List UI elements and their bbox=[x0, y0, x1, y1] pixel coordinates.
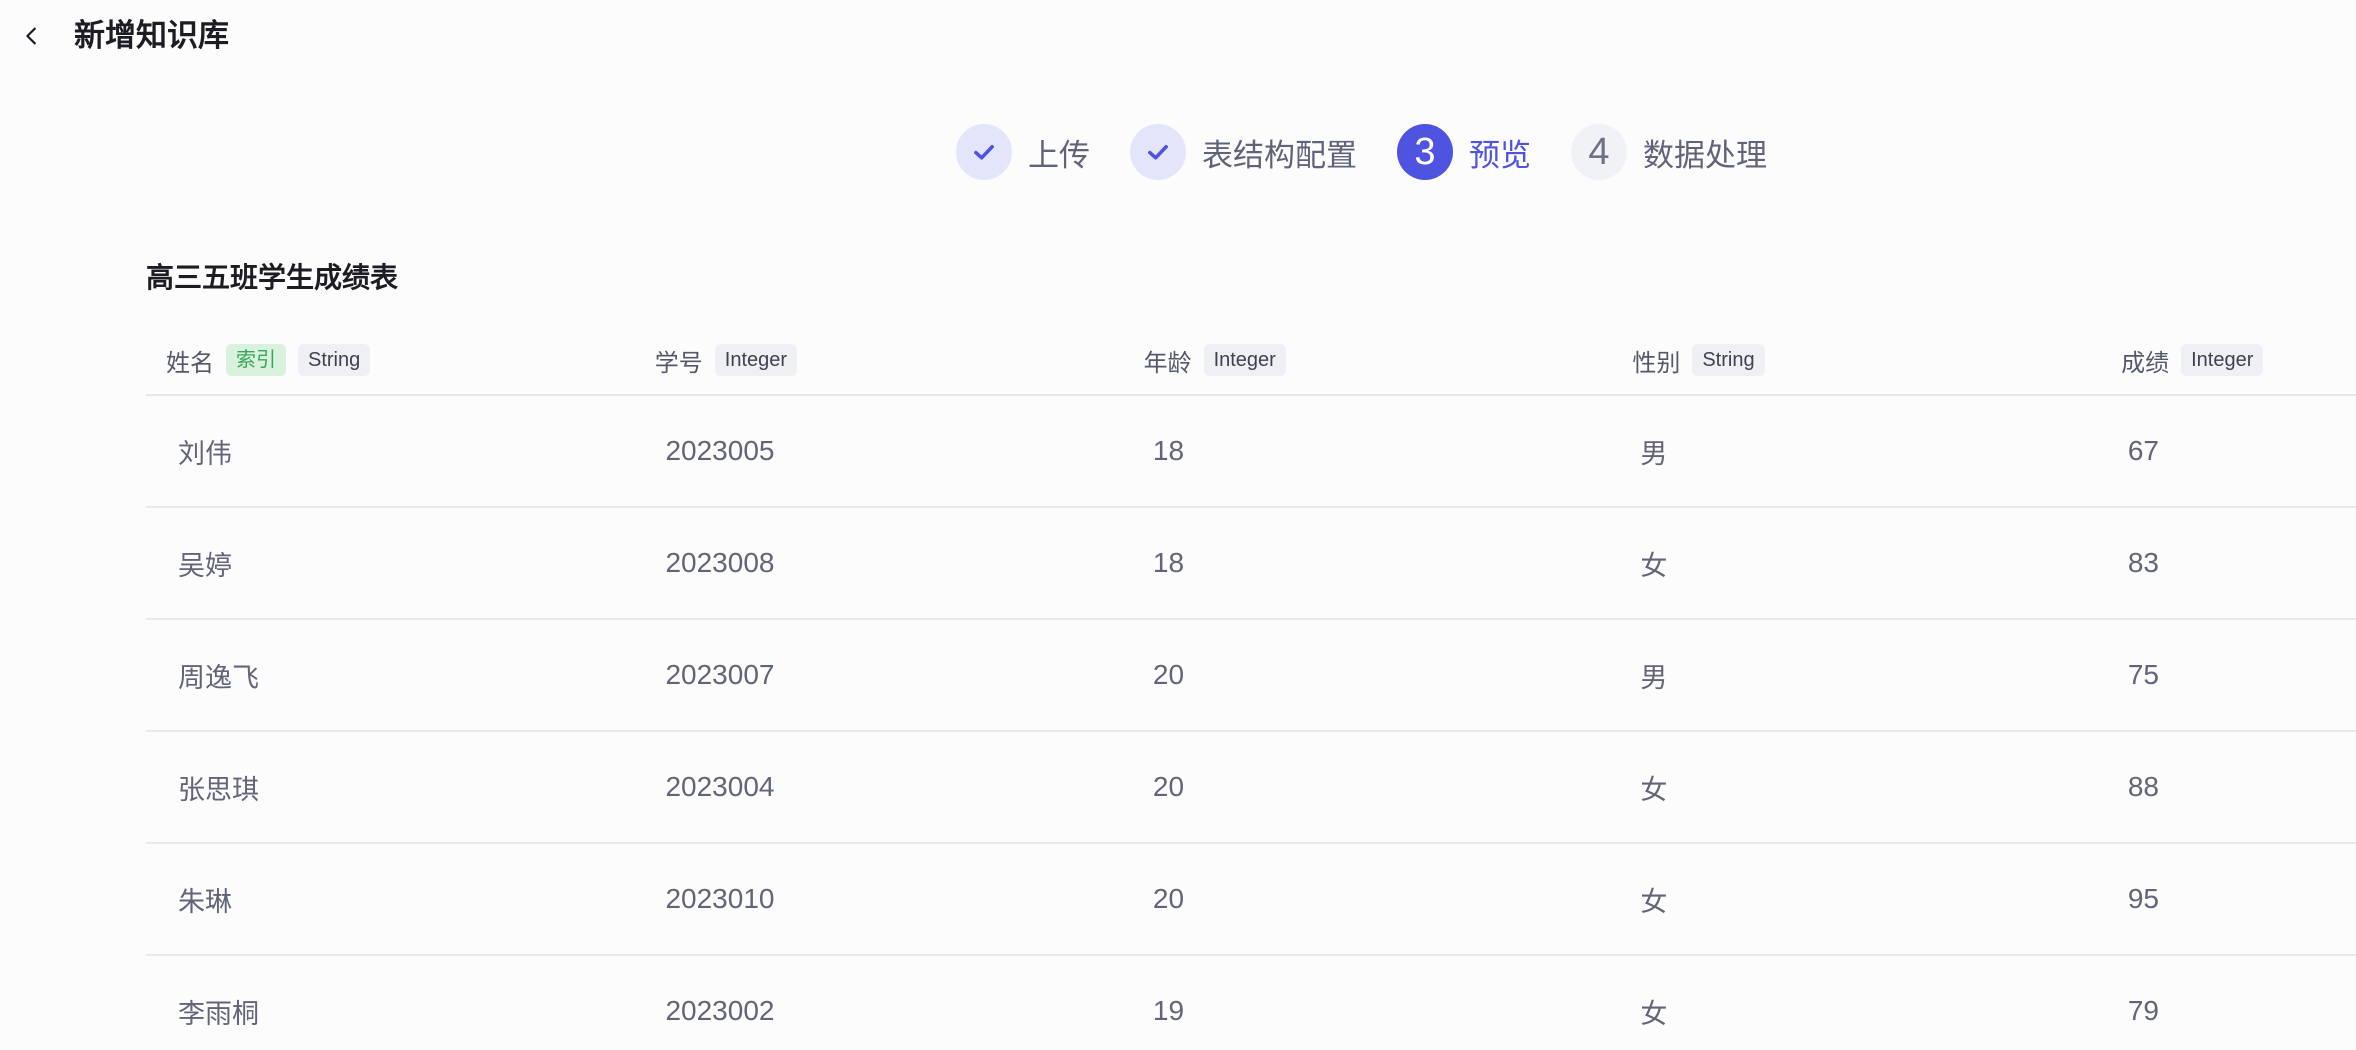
cell-student-id: 2023005 bbox=[665, 435, 775, 466]
step-preview[interactable]: 3 预览 bbox=[1397, 124, 1531, 180]
step-label: 预览 bbox=[1469, 137, 1531, 174]
table-row: 刘伟 2023005 18 男 67 bbox=[146, 396, 2356, 508]
table-row: 周逸飞 2023007 20 男 75 bbox=[146, 620, 2356, 732]
column-header-gender: 性别 String bbox=[1612, 343, 2101, 378]
cell-gender: 女 bbox=[1640, 550, 1668, 582]
check-icon bbox=[1148, 145, 1168, 160]
cell-name: 张思琪 bbox=[178, 774, 259, 806]
step-done-circle bbox=[956, 124, 1012, 180]
cell-gender: 女 bbox=[1640, 998, 1668, 1030]
cell-score: 67 bbox=[2127, 435, 2159, 466]
type-tag: Integer bbox=[1203, 344, 1286, 376]
column-header-name: 姓名 索引 String bbox=[146, 343, 635, 378]
step-number: 4 bbox=[1571, 124, 1627, 180]
cell-student-id: 2023010 bbox=[665, 883, 775, 914]
cell-name: 朱琳 bbox=[178, 886, 232, 918]
table-row: 朱琳 2023010 20 女 95 bbox=[146, 844, 2356, 956]
cell-age: 18 bbox=[1152, 435, 1185, 466]
cell-student-id: 2023007 bbox=[665, 659, 775, 690]
chevron-left-icon bbox=[26, 27, 36, 45]
column-header-student-id: 学号 Integer bbox=[635, 343, 1124, 378]
cell-age: 19 bbox=[1152, 995, 1185, 1026]
cell-gender: 男 bbox=[1640, 438, 1668, 470]
cell-name: 吴婷 bbox=[178, 550, 232, 582]
header: 新增知识库 bbox=[0, 0, 2356, 72]
cell-name: 刘伟 bbox=[178, 438, 232, 470]
check-icon bbox=[974, 145, 994, 160]
step-data-processing[interactable]: 4 数据处理 bbox=[1571, 124, 1767, 180]
column-name: 学号 bbox=[654, 348, 703, 377]
cell-age: 20 bbox=[1152, 771, 1185, 802]
column-name: 性别 bbox=[1632, 348, 1681, 377]
page: 新增知识库 上传 表结构配置 3 预览 4 数据处理 高三五班学生成绩表 姓名 … bbox=[0, 0, 2356, 1050]
table-title: 高三五班学生成绩表 bbox=[146, 261, 399, 294]
back-button[interactable] bbox=[12, 16, 52, 56]
step-done-circle bbox=[1130, 124, 1186, 180]
stepper: 上传 表结构配置 3 预览 4 数据处理 bbox=[956, 122, 1807, 182]
type-tag: String bbox=[1692, 344, 1765, 376]
page-title: 新增知识库 bbox=[74, 18, 229, 54]
cell-student-id: 2023008 bbox=[665, 547, 775, 578]
cell-score: 75 bbox=[2127, 659, 2159, 690]
cell-score: 83 bbox=[2127, 547, 2159, 578]
column-header-age: 年龄 Integer bbox=[1124, 343, 1613, 378]
column-name: 年龄 bbox=[1143, 348, 1192, 377]
cell-age: 20 bbox=[1152, 659, 1185, 690]
type-tag: Integer bbox=[714, 344, 798, 376]
column-name: 成绩 bbox=[2121, 348, 2170, 377]
table-row: 吴婷 2023008 18 女 83 bbox=[146, 508, 2356, 620]
cell-gender: 女 bbox=[1640, 774, 1668, 806]
table-row: 张思琪 2023004 20 女 88 bbox=[146, 732, 2356, 844]
column-name: 姓名 bbox=[166, 348, 214, 377]
cell-student-id: 2023002 bbox=[665, 995, 775, 1026]
cell-age: 18 bbox=[1152, 547, 1185, 578]
preview-table: 姓名 索引 String 学号 Integer 年龄 Integer 性别 St… bbox=[146, 326, 2356, 1050]
table-header: 姓名 索引 String 学号 Integer 年龄 Integer 性别 St… bbox=[146, 326, 2356, 396]
type-tag: Integer bbox=[2181, 344, 2264, 376]
type-tag: String bbox=[298, 344, 371, 376]
step-label: 数据处理 bbox=[1643, 137, 1767, 174]
column-header-score: 成绩 Integer bbox=[2101, 343, 2356, 378]
cell-age: 20 bbox=[1152, 883, 1185, 914]
cell-score: 88 bbox=[2127, 771, 2159, 802]
step-label: 上传 bbox=[1028, 137, 1090, 174]
index-tag: 索引 bbox=[226, 344, 286, 376]
table-row: 李雨桐 2023002 19 女 79 bbox=[146, 956, 2356, 1050]
cell-name: 李雨桐 bbox=[178, 998, 259, 1030]
cell-score: 79 bbox=[2127, 995, 2159, 1026]
cell-student-id: 2023004 bbox=[665, 771, 775, 802]
cell-gender: 男 bbox=[1640, 662, 1668, 694]
step-number: 3 bbox=[1397, 124, 1453, 180]
step-upload[interactable]: 上传 bbox=[956, 124, 1090, 180]
cell-name: 周逸飞 bbox=[178, 662, 259, 694]
step-label: 表结构配置 bbox=[1202, 137, 1357, 174]
step-schema-config[interactable]: 表结构配置 bbox=[1130, 124, 1357, 180]
cell-gender: 女 bbox=[1640, 886, 1668, 918]
cell-score: 95 bbox=[2127, 883, 2159, 914]
